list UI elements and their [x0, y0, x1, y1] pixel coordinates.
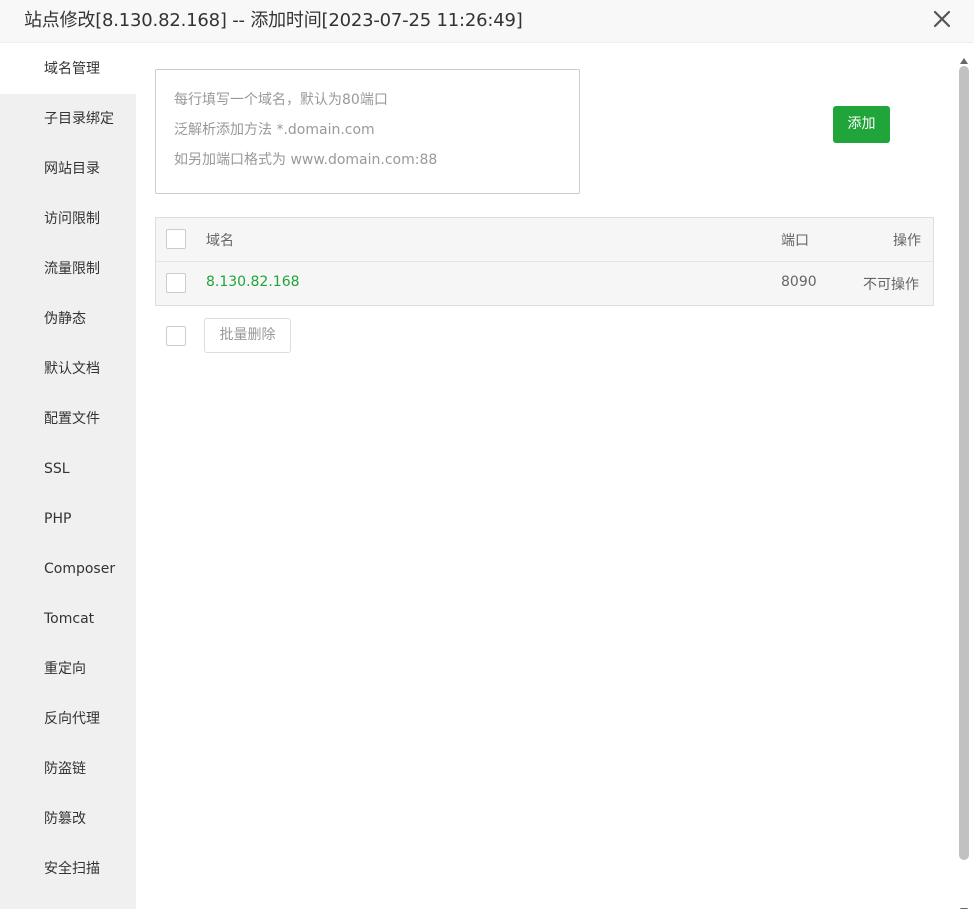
domain-input-placeholder-line: 如另加端口格式为 www.domain.com:88	[174, 152, 438, 168]
sidebar-item-traffic-limit[interactable]: 流量限制	[0, 244, 136, 294]
sidebar-item-default-document[interactable]: 默认文档	[0, 344, 136, 394]
row-port: 8090	[781, 274, 817, 290]
domain-table: 域名 端口 操作 8.130.82.168 8090 不可操作	[155, 217, 934, 306]
sidebar-item-domain-management[interactable]: 域名管理	[0, 44, 136, 94]
sidebar-nav: 域名管理 子目录绑定 网站目录 访问限制 流量限制 伪静态 默认文档 配置文件 …	[0, 44, 136, 909]
sidebar-item-reverse-proxy[interactable]: 反向代理	[0, 694, 136, 744]
sidebar-item-subdirectory-binding[interactable]: 子目录绑定	[0, 94, 136, 144]
header-port: 端口	[781, 233, 809, 249]
close-icon[interactable]	[932, 9, 952, 29]
sidebar-item-access-restriction[interactable]: 访问限制	[0, 194, 136, 244]
sidebar-item-ssl[interactable]: SSL	[0, 444, 136, 494]
row-domain-link[interactable]: 8.130.82.168	[206, 274, 300, 290]
header-action: 操作	[893, 233, 921, 249]
add-domain-button[interactable]: 添加	[833, 106, 890, 143]
bulk-select-checkbox[interactable]	[166, 326, 186, 346]
sidebar-item-tomcat[interactable]: Tomcat	[0, 594, 136, 644]
main-panel: 每行填写一个域名，默认为80端口 泛解析添加方法 *.domain.com 如另…	[136, 44, 954, 909]
select-all-checkbox[interactable]	[166, 229, 186, 249]
vertical-scrollbar[interactable]	[954, 44, 974, 909]
domain-input[interactable]: 每行填写一个域名，默认为80端口 泛解析添加方法 *.domain.com 如另…	[155, 69, 580, 194]
domain-input-placeholder-line: 泛解析添加方法 *.domain.com	[174, 122, 375, 138]
sidebar-item-php[interactable]: PHP	[0, 494, 136, 544]
row-checkbox[interactable]	[166, 273, 186, 293]
sidebar-item-hotlink-protection[interactable]: 防盗链	[0, 744, 136, 794]
bulk-delete-button[interactable]: 批量删除	[204, 318, 291, 353]
sidebar-item-composer[interactable]: Composer	[0, 544, 136, 594]
scrollbar-thumb[interactable]	[959, 66, 969, 860]
sidebar-item-redirect[interactable]: 重定向	[0, 644, 136, 694]
table-row: 8.130.82.168 8090 不可操作	[156, 262, 933, 305]
dialog-title: 站点修改[8.130.82.168] -- 添加时间[2023-07-25 11…	[24, 10, 523, 31]
scroll-down-arrow-icon[interactable]	[960, 899, 968, 909]
dialog-header: 站点修改[8.130.82.168] -- 添加时间[2023-07-25 11…	[0, 0, 974, 43]
table-header: 域名 端口 操作	[156, 218, 933, 262]
row-action-status: 不可操作	[863, 277, 919, 293]
sidebar-item-rewrite[interactable]: 伪静态	[0, 294, 136, 344]
sidebar-item-security-scan[interactable]: 安全扫描	[0, 844, 136, 894]
sidebar-item-config-file[interactable]: 配置文件	[0, 394, 136, 444]
domain-input-placeholder-line: 每行填写一个域名，默认为80端口	[174, 92, 388, 108]
sidebar-item-site-directory[interactable]: 网站目录	[0, 144, 136, 194]
sidebar-item-tamper-protection[interactable]: 防篡改	[0, 794, 136, 844]
header-domain: 域名	[206, 233, 234, 249]
